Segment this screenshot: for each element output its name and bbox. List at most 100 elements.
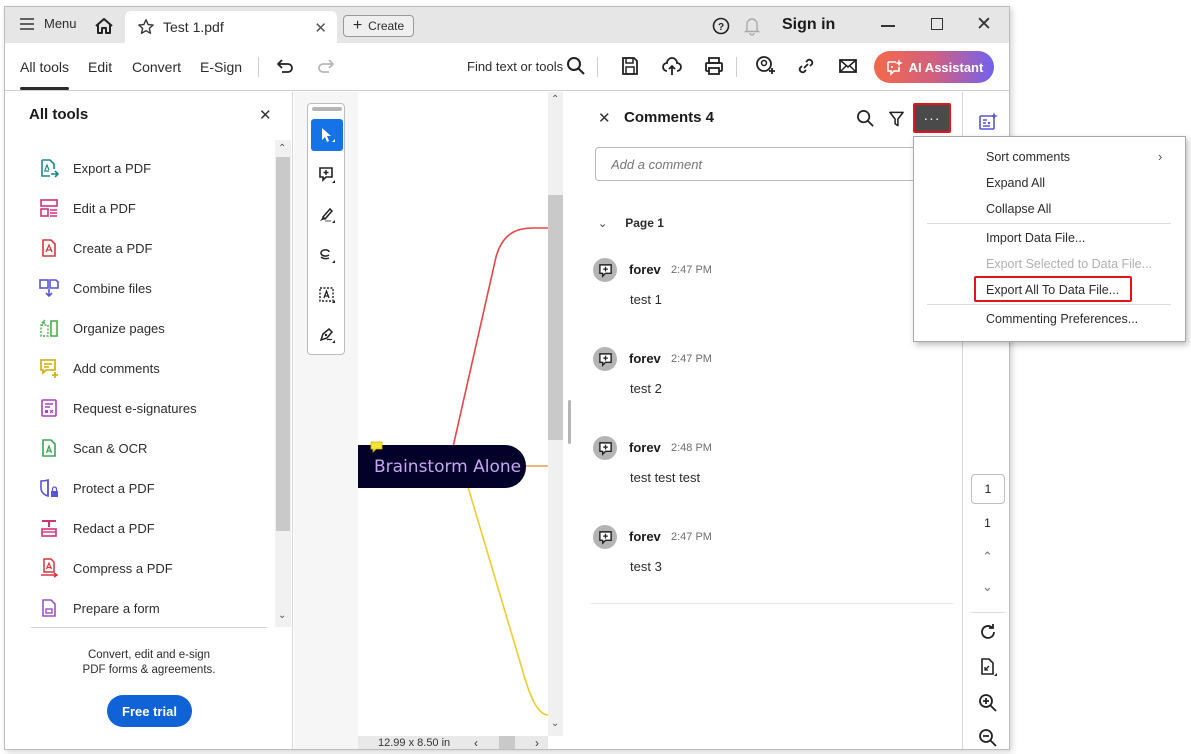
comment-time: 2:48 PM xyxy=(671,442,712,454)
tool-label: Scan & OCR xyxy=(73,440,148,456)
highlight-tool-button[interactable] xyxy=(311,199,343,231)
scrollbar-thumb[interactable] xyxy=(276,157,290,531)
previous-page-icon[interactable]: ⌃ xyxy=(964,549,1009,565)
add-comment-tool-button[interactable] xyxy=(311,159,343,191)
divider xyxy=(971,612,1005,613)
menu-item-expand-all[interactable]: Expand All xyxy=(986,176,1045,190)
tool-combine-files[interactable]: Combine files xyxy=(31,268,271,308)
pdf-page[interactable]: Brainstorm Alone xyxy=(358,92,548,736)
share-with-people-icon[interactable] xyxy=(754,55,776,77)
highlighter-icon xyxy=(320,207,335,223)
help-icon[interactable]: ? xyxy=(712,17,730,35)
free-trial-button[interactable]: Free trial xyxy=(107,695,192,727)
fountain-pen-icon xyxy=(319,327,335,343)
link-icon[interactable] xyxy=(795,55,817,77)
print-icon[interactable] xyxy=(703,55,725,77)
menu-item-sort-comments[interactable]: Sort comments xyxy=(986,150,1070,164)
comment-item[interactable]: forev 2:48 PM test test test xyxy=(593,436,943,506)
tool-label: Add comments xyxy=(73,360,160,376)
sign-in-button[interactable]: Sign in xyxy=(782,16,835,34)
find-text-or-tools[interactable]: Find text or tools xyxy=(467,59,563,74)
panel-resize-handle[interactable] xyxy=(568,400,571,444)
undo-icon[interactable] xyxy=(274,55,296,77)
quick-tools-bar xyxy=(307,103,345,355)
tool-compress-pdf[interactable]: Compress a PDF xyxy=(31,548,271,588)
search-icon[interactable] xyxy=(565,55,587,77)
create-button[interactable]: + Create xyxy=(343,15,414,37)
star-icon[interactable] xyxy=(137,18,155,36)
divider xyxy=(590,603,954,604)
email-icon[interactable] xyxy=(837,55,859,77)
comment-text: test 1 xyxy=(630,292,662,307)
select-tool-button[interactable] xyxy=(311,119,343,151)
menu-item-export-all[interactable]: Export All To Data File... xyxy=(986,283,1119,297)
notifications-bell-icon[interactable] xyxy=(743,16,761,36)
tool-prepare-form[interactable]: Prepare a form xyxy=(31,588,271,628)
tool-scan-ocr[interactable]: Scan & OCR xyxy=(31,428,271,468)
tool-redact-pdf[interactable]: Redact a PDF xyxy=(31,508,271,548)
sign-tool-button[interactable] xyxy=(311,319,343,351)
page-group-toggle[interactable]: ⌄ Page 1 xyxy=(598,216,664,230)
ai-summary-icon[interactable] xyxy=(978,112,998,132)
horizontal-scrollbar-thumb[interactable] xyxy=(499,736,515,749)
scroll-up-icon[interactable]: ⌃ xyxy=(278,143,286,154)
tool-edit-pdf[interactable]: Edit a PDF xyxy=(31,188,271,228)
close-panel-icon[interactable]: ✕ xyxy=(259,106,272,124)
comment-item[interactable]: forev 2:47 PM test 3 xyxy=(593,525,943,595)
comment-item[interactable]: forev 2:47 PM test 1 xyxy=(593,258,943,328)
search-comments-icon[interactable] xyxy=(856,109,875,128)
menu-item-collapse-all[interactable]: Collapse All xyxy=(986,202,1051,216)
total-pages: 1 xyxy=(984,516,991,530)
drag-handle[interactable] xyxy=(312,107,342,111)
filter-icon[interactable] xyxy=(888,110,905,128)
close-tab-icon[interactable]: ✕ xyxy=(314,19,327,37)
document-tab[interactable]: Test 1.pdf ✕ xyxy=(125,11,337,43)
tab-e-sign[interactable]: E-Sign xyxy=(200,59,242,75)
tab-convert[interactable]: Convert xyxy=(132,59,181,75)
scroll-left-icon[interactable]: ‹ xyxy=(474,736,478,749)
tab-edit[interactable]: Edit xyxy=(88,59,112,75)
menu-item-import-data-file[interactable]: Import Data File... xyxy=(986,231,1085,245)
zoom-out-icon[interactable] xyxy=(978,728,998,748)
save-icon[interactable] xyxy=(619,55,641,77)
close-window-button[interactable]: ✕ xyxy=(976,13,992,36)
tool-create-pdf[interactable]: Create a PDF xyxy=(31,228,271,268)
rotate-icon[interactable] xyxy=(978,622,998,642)
document-vertical-scrollbar[interactable]: ⌃ ⌄ xyxy=(548,92,563,736)
scroll-right-icon[interactable]: › xyxy=(535,736,539,749)
minimize-button[interactable] xyxy=(881,25,895,27)
tool-request-esignatures[interactable]: Request e-signatures xyxy=(31,388,271,428)
close-comments-icon[interactable]: ✕ xyxy=(598,109,611,127)
ai-assistant-button[interactable]: AI Assistant xyxy=(874,51,994,83)
add-comment-input[interactable] xyxy=(595,147,955,181)
title-bar: Menu Test 1.pdf ✕ + Create ? Sign in ✕ xyxy=(5,7,1009,43)
more-options-button[interactable]: ··· xyxy=(913,103,951,133)
comment-item[interactable]: forev 2:47 PM test 2 xyxy=(593,347,943,417)
menu-button[interactable]: Menu xyxy=(19,16,77,31)
tool-organize-pages[interactable]: Organize pages xyxy=(31,308,271,348)
home-icon[interactable] xyxy=(93,15,115,37)
tab-all-tools[interactable]: All tools xyxy=(20,59,70,90)
comment-time: 2:47 PM xyxy=(671,353,712,365)
scroll-down-icon[interactable]: ⌄ xyxy=(278,610,286,621)
tool-add-comments[interactable]: Add comments xyxy=(31,348,271,388)
tools-scrollbar[interactable]: ⌃ ⌄ xyxy=(275,140,291,627)
fit-page-icon[interactable] xyxy=(978,657,998,677)
scroll-up-icon[interactable]: ⌃ xyxy=(551,94,559,105)
tool-protect-pdf[interactable]: Protect a PDF xyxy=(31,468,271,508)
tool-export-pdf[interactable]: Export a PDF xyxy=(31,148,271,188)
menu-item-commenting-preferences[interactable]: Commenting Preferences... xyxy=(986,312,1138,326)
redo-icon[interactable] xyxy=(315,55,337,77)
scrollbar-thumb[interactable] xyxy=(548,195,563,440)
zoom-in-icon[interactable] xyxy=(978,693,998,713)
comment-bubble-icon xyxy=(598,530,612,545)
scroll-down-icon[interactable]: ⌄ xyxy=(551,718,559,729)
text-box-tool-button[interactable] xyxy=(311,279,343,311)
draw-tool-button[interactable] xyxy=(311,239,343,271)
maximize-button[interactable] xyxy=(931,18,943,30)
next-page-icon[interactable]: ⌄ xyxy=(964,579,1009,595)
tool-label: Edit a PDF xyxy=(73,200,136,216)
cloud-upload-icon[interactable] xyxy=(661,55,683,77)
current-page-input[interactable]: 1 xyxy=(971,474,1005,504)
tool-label: Combine files xyxy=(73,280,152,296)
